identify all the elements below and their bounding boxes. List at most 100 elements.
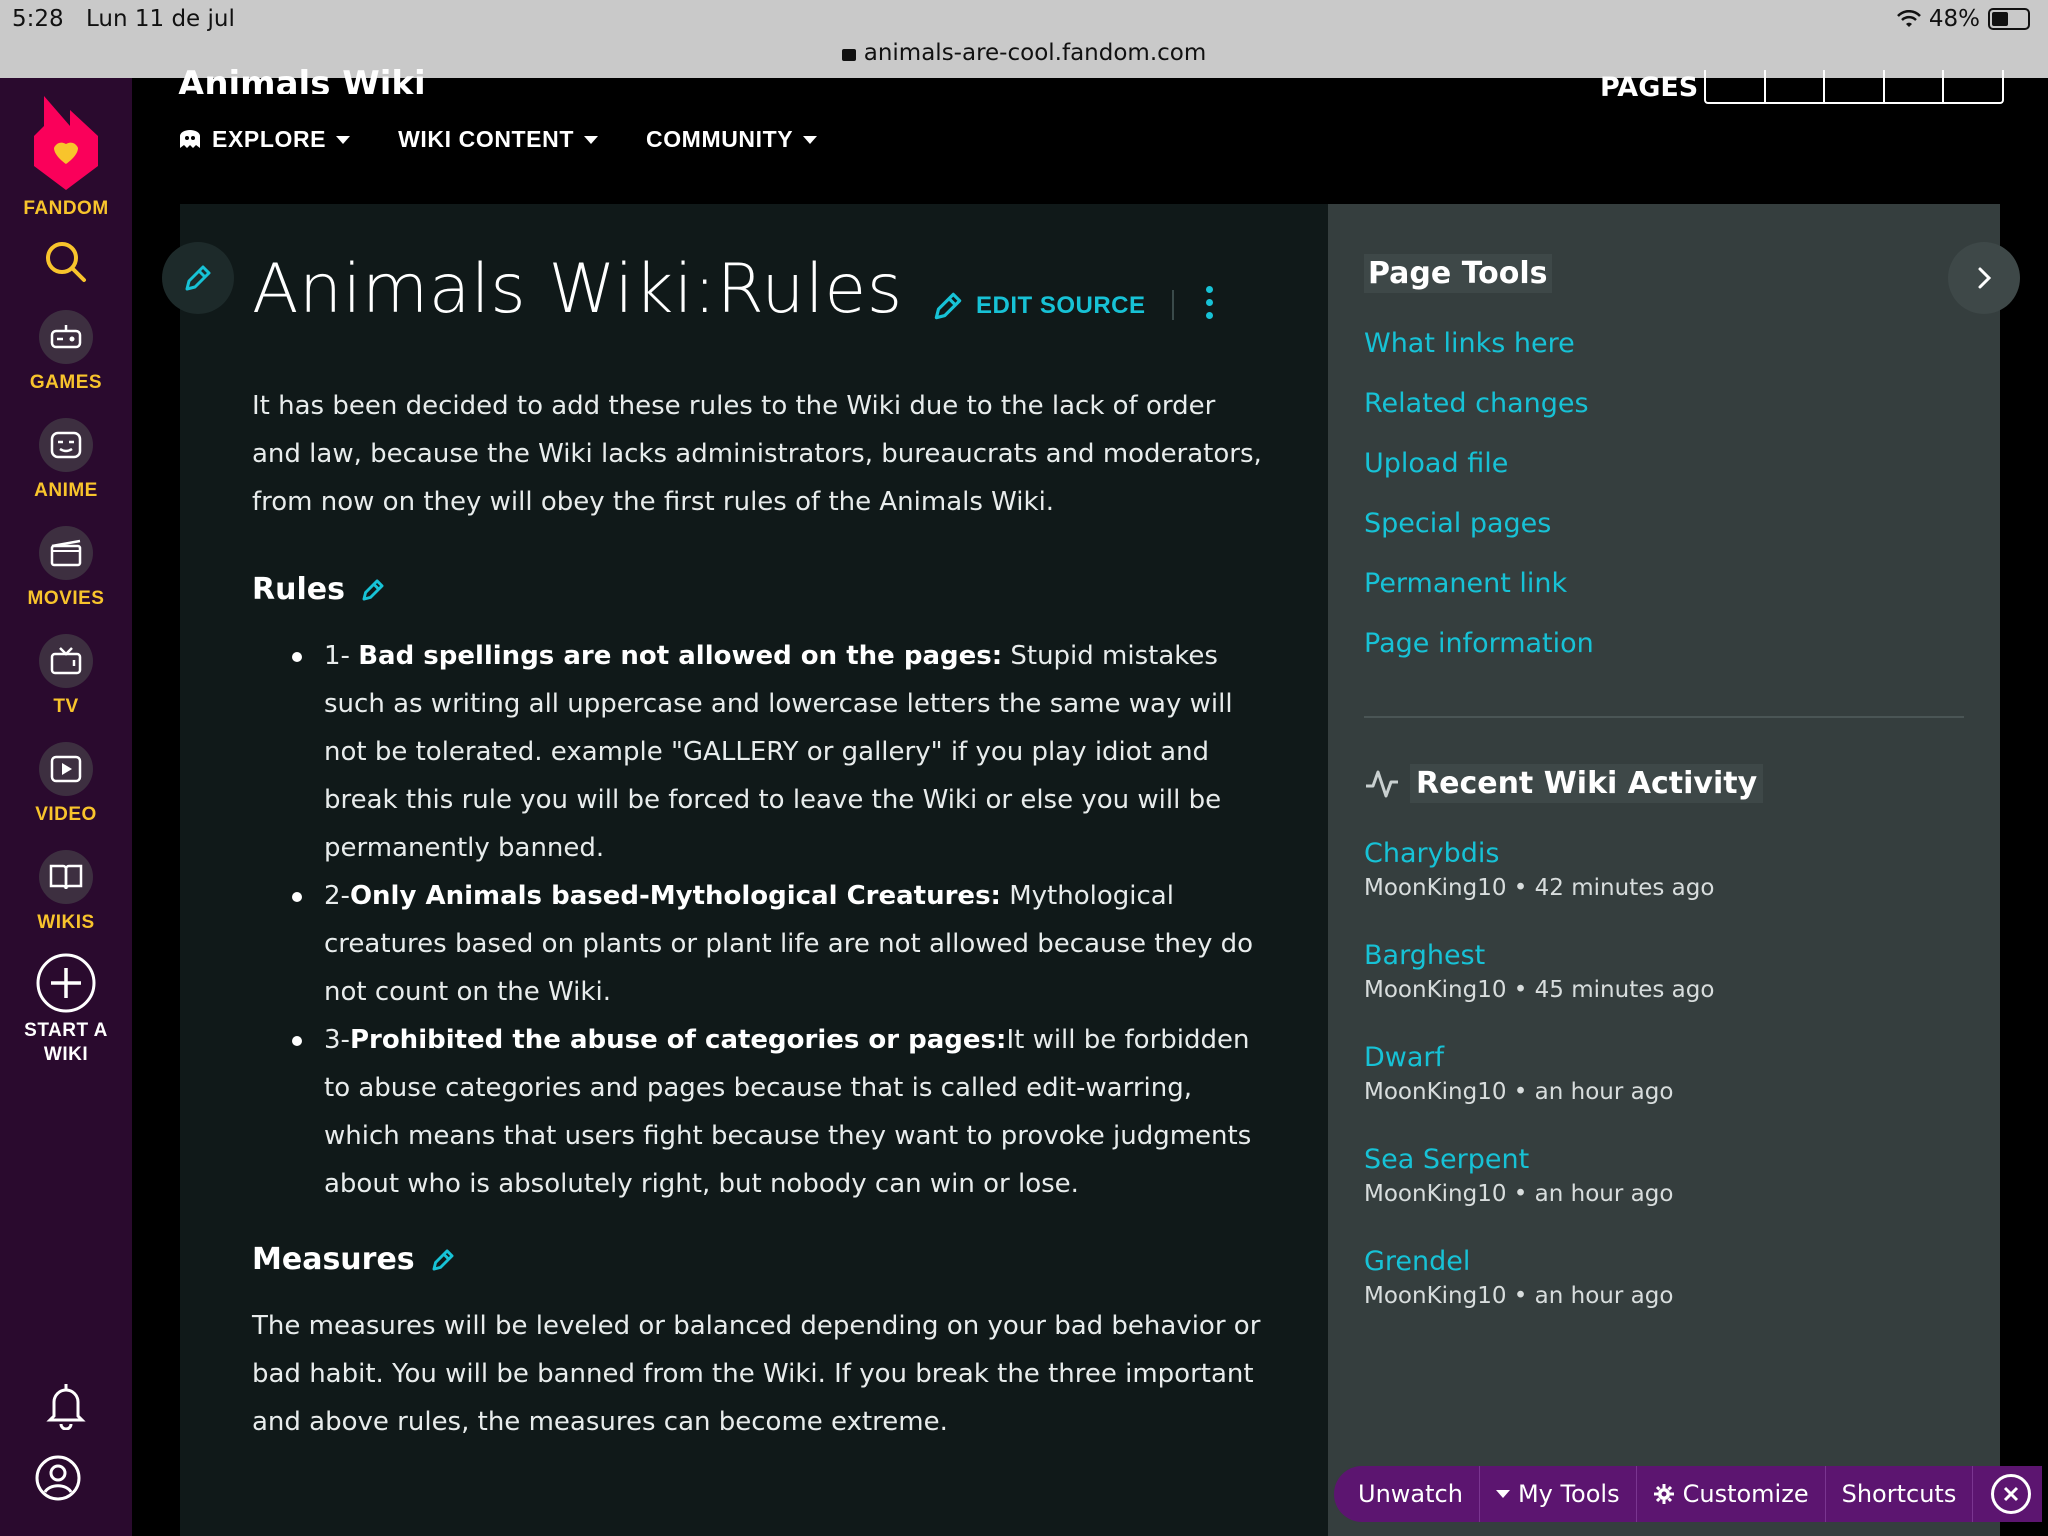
list-item: 1- Bad spellings are not allowed on the … [252, 632, 1262, 872]
chevron-down-icon [583, 135, 598, 144]
customize-button[interactable]: Customize [1637, 1466, 1826, 1522]
list-item: 3-Prohibited the abuse of categories or … [252, 1016, 1262, 1208]
fandom-global-nav: FANDOM GAMES ANIME MOVIES TV VIDEO WIKIS… [0, 78, 132, 1536]
rail-start-wiki[interactable]: START A WIKI [0, 952, 132, 1066]
activity-page-link[interactable]: Dwarf [1364, 1042, 1673, 1073]
activity-pulse-icon [1366, 770, 1398, 797]
nav-wiki-content[interactable]: WIKI CONTENT [398, 126, 598, 153]
pencil-icon [185, 265, 211, 291]
page-title: Animals Wiki:Rules [252, 250, 903, 329]
dropdown-tool-button[interactable] [1825, 70, 1885, 102]
more-actions-icon[interactable] [1206, 286, 1214, 325]
close-toolbar-button[interactable] [1991, 1474, 2032, 1514]
wiki-title[interactable]: Animals Wiki [178, 64, 426, 94]
right-rail: Page Tools What links here Related chang… [1328, 204, 2000, 1536]
rail-label-games: GAMES [29, 372, 103, 393]
rail-item-tv[interactable]: TV [0, 634, 132, 718]
nav-explore[interactable]: EXPLORE [178, 126, 351, 153]
rail-item-games[interactable]: GAMES [0, 310, 132, 394]
url-bar[interactable]: animals-are-cool.fandom.com [0, 40, 2048, 66]
pencil-icon [934, 292, 962, 320]
rail-item-video[interactable]: VIDEO [0, 742, 132, 826]
unwatch-label: Unwatch [1358, 1480, 1463, 1508]
gamepad-icon [39, 310, 93, 364]
settings-tool-button[interactable] [1885, 70, 1945, 102]
tool-link-special-pages[interactable]: Special pages [1364, 508, 1551, 539]
activity-meta: MoonKing10 • an hour ago [1364, 1181, 1674, 1207]
fandom-brand-label: FANDOM [23, 198, 109, 219]
tool-link-related-changes[interactable]: Related changes [1364, 388, 1589, 419]
activity-item: Charybdis MoonKing10 • 42 minutes ago [1364, 838, 1714, 901]
my-tools-button[interactable]: My Tools [1480, 1466, 1637, 1522]
url-text: animals-are-cool.fandom.com [863, 40, 1207, 66]
book-icon [39, 850, 93, 904]
recent-activity-title: Recent Wiki Activity [1410, 764, 1764, 803]
tool-link-upload-file[interactable]: Upload file [1364, 448, 1508, 479]
caret-down-icon [1495, 1490, 1510, 1498]
rule-number: 3- [324, 1025, 350, 1055]
tool-link-page-information[interactable]: Page information [1364, 628, 1594, 659]
nav-explore-label: EXPLORE [212, 126, 327, 152]
unwatch-button[interactable]: Unwatch [1334, 1466, 1480, 1522]
fandom-logo[interactable]: FANDOM [0, 96, 132, 220]
list-item: 2-Only Animals based-Mythological Creatu… [252, 872, 1262, 1016]
divider [1172, 290, 1174, 320]
tv-icon [39, 634, 93, 688]
activity-item: Barghest MoonKing10 • 45 minutes ago [1364, 940, 1714, 1003]
nav-wiki-content-label: WIKI CONTENT [398, 126, 574, 152]
page-tools-title: Page Tools [1364, 254, 1552, 293]
edit-source-label: EDIT SOURCE [976, 292, 1146, 319]
status-time: 5:28 [12, 6, 64, 32]
section-heading-rules: Rules [252, 572, 387, 607]
clapperboard-icon [39, 526, 93, 580]
tool-link-permanent-link[interactable]: Permanent link [1364, 568, 1567, 599]
nav-community[interactable]: COMMUNITY [646, 126, 818, 153]
chevron-right-icon [1978, 267, 1992, 289]
my-tools-label: My Tools [1517, 1480, 1620, 1508]
discussions-tool-button[interactable] [1766, 70, 1826, 102]
status-date: Lun 11 de jul [86, 6, 235, 32]
activity-page-link[interactable]: Barghest [1364, 940, 1714, 971]
search-tool-button[interactable] [1706, 70, 1766, 102]
rail-user-avatar[interactable] [0, 1454, 124, 1506]
rail-item-anime[interactable]: ANIME [0, 418, 132, 502]
status-right: 48% [1896, 6, 2030, 32]
tool-link-what-links-here[interactable]: What links here [1364, 328, 1575, 359]
lock-icon [841, 49, 856, 61]
rail-item-movies[interactable]: MOVIES [0, 526, 132, 610]
rules-heading-text: Rules [252, 572, 345, 607]
rail-search[interactable] [0, 238, 132, 290]
close-icon [2004, 1486, 2019, 1502]
play-icon [39, 742, 93, 796]
shortcuts-button[interactable]: Shortcuts [1826, 1466, 1974, 1522]
wifi-icon [1896, 10, 1921, 27]
more-tool-button[interactable] [1944, 70, 2002, 102]
fandom-flame-icon [34, 96, 98, 190]
rule-number: 2- [324, 881, 350, 911]
edit-section-pencil-icon[interactable] [429, 1246, 457, 1274]
activity-meta: MoonKing10 • an hour ago [1364, 1283, 1674, 1309]
rail-notifications[interactable] [0, 1382, 132, 1434]
rail-label-wikis: WIKIS [37, 912, 95, 933]
activity-page-link[interactable]: Charybdis [1364, 838, 1714, 869]
activity-page-link[interactable]: Sea Serpent [1364, 1144, 1673, 1175]
rule-title: Only Animals based-Mythological Creature… [349, 881, 1001, 911]
edit-section-pencil-icon[interactable] [359, 576, 387, 604]
plus-circle-icon [36, 953, 96, 1013]
measures-heading-text: Measures [252, 1242, 415, 1277]
activity-meta: MoonKing10 • an hour ago [1364, 1079, 1674, 1105]
collapse-rail-button[interactable] [1948, 242, 2020, 314]
activity-meta: MoonKing10 • 42 minutes ago [1364, 875, 1715, 901]
wiki-header: Animals Wiki PAGES EXPLORE WIKI CONTENT … [132, 64, 2048, 204]
battery-icon [1988, 8, 2030, 30]
rail-item-wikis[interactable]: WIKIS [0, 850, 132, 934]
activity-page-link[interactable]: Grendel [1364, 1246, 1673, 1277]
edit-source-button[interactable]: EDIT SOURCE [930, 288, 1146, 324]
start-wiki-label-1: START A [24, 1020, 108, 1041]
rail-label-movies: MOVIES [27, 588, 105, 609]
anime-face-icon [39, 418, 93, 472]
floating-edit-button[interactable] [162, 242, 234, 314]
rail-label-anime: ANIME [34, 480, 98, 501]
rail-label-tv: TV [53, 696, 79, 717]
recent-activity-header: Recent Wiki Activity [1364, 764, 1764, 803]
